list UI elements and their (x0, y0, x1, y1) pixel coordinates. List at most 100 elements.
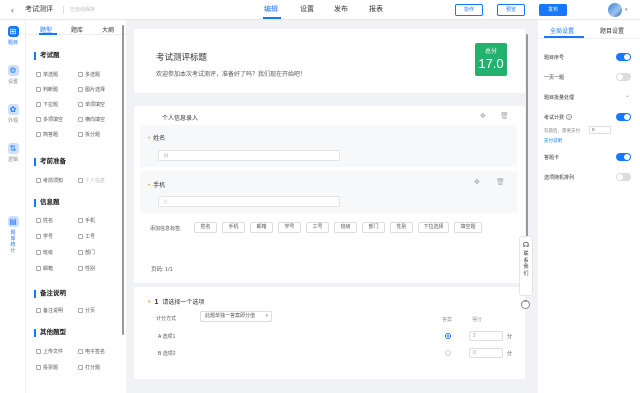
chip[interactable]: 手机 (222, 222, 245, 233)
publish-button[interactable]: 发布 (539, 4, 567, 16)
tab-outline[interactable]: 大纲 (102, 25, 114, 34)
item-page-break[interactable]: 分页 (78, 308, 95, 315)
setting-label[interactable]: 题目批量处理 (544, 94, 574, 101)
rail-item-bank-stats[interactable]: ▤ 题库统计 (2, 216, 24, 254)
score-input[interactable]: 2 (469, 331, 503, 341)
chip[interactable]: 学号 (278, 222, 301, 233)
toggle-exam-fee[interactable] (616, 113, 631, 121)
item-exam-notice[interactable]: 考前须知 (36, 178, 63, 185)
rail-item-logic[interactable]: ⇅ 逻辑 (2, 143, 24, 163)
item-student-id[interactable]: 学号 (36, 234, 53, 241)
answer-radio[interactable] (445, 333, 451, 339)
item-dropdown[interactable]: 下拉题 (36, 102, 58, 109)
item-email[interactable]: 邮箱 (36, 266, 53, 273)
item-horizontal-blank[interactable]: 横向填空 (78, 117, 105, 124)
chip[interactable]: 邮箱 (250, 222, 273, 233)
exam-description[interactable]: 欢迎参加本次考试测评，准备好了吗？我们现在开始吧！ (156, 69, 306, 78)
section-info: 信息题 (34, 199, 60, 207)
collaborate-button[interactable]: 协作 (455, 4, 483, 16)
section-exam: 考试题 (34, 52, 60, 60)
item-vote[interactable]: 投票题 (36, 365, 58, 372)
preview-button[interactable]: 预览 (497, 4, 525, 16)
settings-panel: 全局设置 题目设置 题目序号 一页一题 题目批量处理 ⌄ 考试计费? 答题后，需… (538, 20, 640, 393)
chip[interactable]: 工号 (306, 222, 329, 233)
delete-icon[interactable]: 🗑 (496, 178, 505, 186)
chip[interactable]: 部门 (362, 222, 385, 233)
dropdown-icon (36, 102, 41, 107)
chevron-down-icon[interactable]: ⌄ (625, 92, 630, 99)
question-title[interactable]: • 1 请选择一个选项 (148, 297, 204, 306)
exam-title[interactable]: 考试测评标题 (156, 51, 207, 63)
question-card[interactable]: • 1 请选择一个选项 计分方式 此题单独一答案即分值 ▾ 答案 得分 A 选项1 2… (134, 287, 525, 379)
chip[interactable]: 性别 (390, 222, 413, 233)
item-short-answer[interactable]: 简答题 (36, 132, 58, 139)
score-input[interactable]: 0 (469, 348, 503, 358)
rail-item-questions[interactable]: ⊞ 题目 (2, 26, 24, 46)
library-scrollbar[interactable] (122, 25, 124, 335)
rail-item-settings[interactable]: ⚙ 设置 (2, 65, 24, 85)
scoring-select[interactable]: 此题单独一答案即分值 ▾ (200, 311, 272, 322)
tab-global-settings[interactable]: 全局设置 (550, 26, 574, 35)
item-multi-blank[interactable]: 多项填空 (36, 117, 63, 124)
toggle-answer-card[interactable] (616, 153, 631, 161)
item-note[interactable]: 备注说明 (36, 308, 63, 315)
chevron-down-icon[interactable]: ▾ (625, 7, 628, 13)
tab-publish[interactable]: 发布 (334, 5, 348, 15)
item-multi-choice[interactable]: 多选题 (78, 72, 100, 79)
image-icon (78, 87, 83, 92)
editor-canvas: 考试测评标题 欢迎参加本次考试测评，准备好了吗？我们现在开始吧！ 总分 17.0… (134, 29, 531, 379)
contact-us-widget[interactable]: ☊ 联系我们 (519, 236, 533, 296)
setting-label: 一页一题 (544, 75, 565, 81)
item-name[interactable]: 姓名 (36, 218, 53, 225)
item-phone[interactable]: 手机 (78, 218, 95, 225)
chip[interactable]: 填空题 (454, 222, 482, 233)
option-label[interactable]: B 选项2 (158, 350, 176, 357)
item-image-choice[interactable]: 图片选择 (78, 87, 105, 94)
chip[interactable]: 班级 (334, 222, 357, 233)
item-personal-info[interactable]: 个人信息 (78, 178, 105, 185)
toggle-random-options[interactable] (616, 173, 631, 181)
tab-settings[interactable]: 设置 (300, 5, 314, 15)
item-single-blank[interactable]: 单项填空 (78, 102, 105, 109)
tab-bank[interactable]: 题库 (71, 25, 83, 34)
total-score-badge: 总分 17.0 (475, 43, 507, 76)
contact-label: 联系我们 (523, 251, 529, 277)
payment-help-link[interactable]: 支付说明 (544, 138, 562, 144)
back-icon[interactable]: ‹ (11, 5, 14, 15)
phone-input[interactable]: ▯ (158, 196, 340, 207)
item-employee-id[interactable]: 工号 (78, 234, 95, 241)
item-department[interactable]: 部门 (78, 250, 95, 257)
answer-radio[interactable] (445, 350, 451, 356)
help-icon[interactable]: ? (566, 114, 573, 120)
chip[interactable]: 姓名 (194, 222, 217, 233)
item-e-signature[interactable]: 电子签名 (78, 349, 105, 356)
header-card[interactable]: 考试测评标题 欢迎参加本次考试测评，准备好了吗？我们现在开始吧！ 总分 17.0 (134, 29, 525, 93)
option-label[interactable]: A 选项1 (158, 333, 175, 340)
fee-input[interactable]: 0 (589, 126, 611, 134)
department-icon (78, 250, 83, 255)
toggle-question-number[interactable] (616, 53, 631, 61)
section-pre-exam: 考前准备 (34, 158, 66, 166)
move-icon[interactable]: ✥ (480, 112, 486, 120)
name-input[interactable]: ⊟ (158, 150, 340, 161)
move-icon[interactable]: ✥ (474, 178, 480, 186)
item-gender[interactable]: 性别 (78, 266, 95, 273)
tab-question-settings[interactable]: 题目设置 (600, 26, 624, 35)
tab-report[interactable]: 报表 (369, 5, 383, 15)
avatar[interactable] (608, 3, 622, 17)
personal-info-card[interactable]: 个人信息录入 ✥ 🗑 • 姓名 ⊟ • 手机 ✥ 🗑 ▯ 添加信息标签: 姓名 手机… (134, 106, 525, 269)
scroll-up-icon[interactable]: ⌃ (521, 300, 530, 309)
rail-item-appearance[interactable]: ✿ 外观 (2, 104, 24, 124)
tab-edit[interactable]: 编辑 (264, 5, 278, 15)
item-rating[interactable]: 打分题 (78, 365, 100, 372)
toggle-one-per-page[interactable] (616, 73, 631, 81)
stats-icon: ▤ (7, 216, 19, 227)
item-split[interactable]: 拆分题 (78, 132, 100, 139)
item-judge[interactable]: 判断题 (36, 87, 58, 94)
scoring-label: 计分方式 (156, 316, 177, 322)
chip[interactable]: 下拉选择 (418, 222, 449, 233)
item-class[interactable]: 班级 (36, 250, 53, 257)
item-upload-file[interactable]: 上传文件 (36, 349, 63, 356)
delete-icon[interactable]: 🗑 (500, 112, 509, 120)
item-single-choice[interactable]: 单选题 (36, 72, 58, 79)
